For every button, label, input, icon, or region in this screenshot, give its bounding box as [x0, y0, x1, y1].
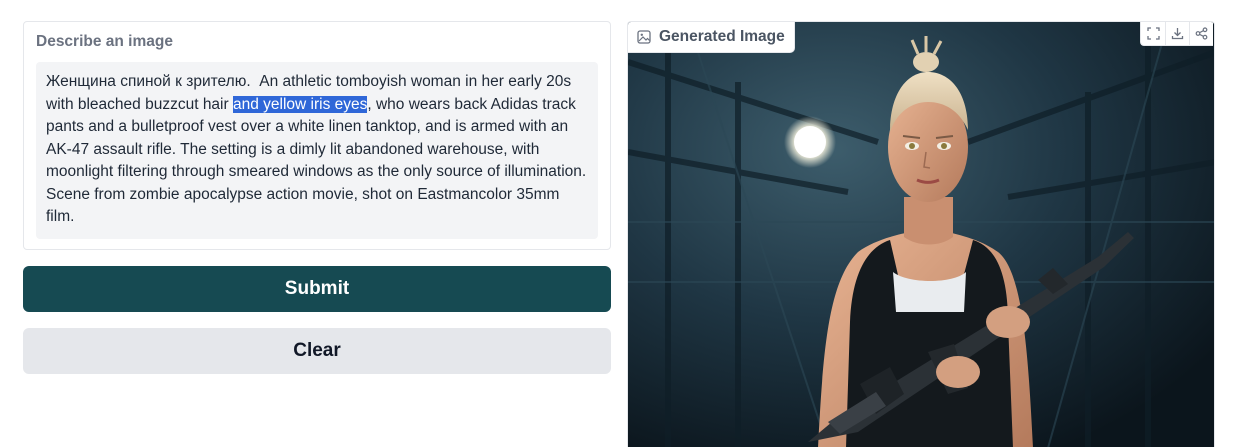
fullscreen-icon[interactable] [1141, 22, 1165, 45]
prompt-panel: Describe an image Женщина спиной к зрите… [23, 21, 611, 250]
download-icon[interactable] [1165, 22, 1189, 45]
clear-button[interactable]: Clear [23, 328, 611, 374]
generated-image [628, 22, 1214, 447]
output-label: Generated Image [659, 28, 785, 45]
share-icon[interactable] [1189, 22, 1213, 45]
submit-button[interactable]: Submit [23, 266, 611, 312]
prompt-label: Describe an image [36, 33, 173, 50]
prompt-text-after: , who wears back Adidas track pants and … [46, 95, 591, 226]
output-label-tab: Generated Image [628, 22, 795, 53]
prompt-text-selected: and yellow iris eyes [232, 95, 368, 113]
image-icon [637, 30, 651, 44]
output-panel: Generated Image [627, 21, 1215, 447]
image-toolbar [1140, 22, 1213, 46]
prompt-textarea[interactable]: Женщина спиной к зрителю. An athletic to… [36, 62, 598, 239]
